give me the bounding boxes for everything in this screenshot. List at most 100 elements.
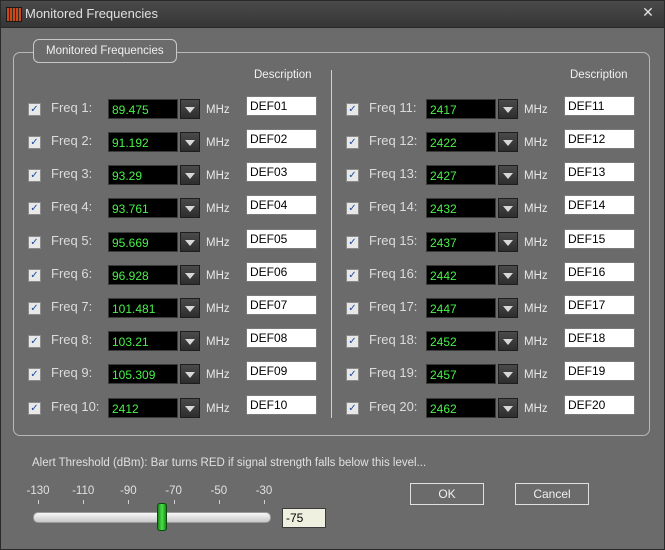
freq-description-field[interactable]: DEF05 <box>246 229 317 249</box>
freq-value-field[interactable]: 2442 <box>426 265 496 285</box>
freq-value-field[interactable]: 93.29 <box>108 165 178 185</box>
freq-row: ✓ Freq 3: 93.29 MHz DEF03 <box>28 162 328 187</box>
freq-dropdown-button[interactable] <box>498 99 518 119</box>
freq-dropdown-button[interactable] <box>180 364 200 384</box>
freq-enabled-checkbox[interactable]: ✓ <box>346 136 359 149</box>
freq-dropdown-button[interactable] <box>498 298 518 318</box>
ok-button[interactable]: OK <box>410 483 484 505</box>
freq-enabled-checkbox[interactable]: ✓ <box>28 169 41 182</box>
freq-dropdown-button[interactable] <box>180 298 200 318</box>
freq-row: ✓ Freq 20: 2462 MHz DEF20 <box>346 395 646 420</box>
freq-description-field[interactable]: DEF01 <box>246 96 317 116</box>
freq-dropdown-button[interactable] <box>498 265 518 285</box>
freq-value-field[interactable]: 2447 <box>426 298 496 318</box>
freq-value-field[interactable]: 2462 <box>426 398 496 418</box>
freq-enabled-checkbox[interactable]: ✓ <box>28 402 41 415</box>
freq-value-field[interactable]: 103.21 <box>108 331 178 351</box>
freq-description-field[interactable]: DEF16 <box>564 262 635 282</box>
freq-dropdown-button[interactable] <box>498 198 518 218</box>
close-button[interactable]: ✕ <box>640 5 656 21</box>
freq-enabled-checkbox[interactable]: ✓ <box>346 269 359 282</box>
freq-enabled-checkbox[interactable]: ✓ <box>346 236 359 249</box>
freq-description-field[interactable]: DEF14 <box>564 195 635 215</box>
freq-value-field[interactable]: 105.309 <box>108 364 178 384</box>
freq-description-field[interactable]: DEF07 <box>246 295 317 315</box>
freq-row: ✓ Freq 13: 2427 MHz DEF13 <box>346 162 646 187</box>
threshold-slider-track[interactable] <box>33 512 271 523</box>
freq-enabled-checkbox[interactable]: ✓ <box>28 335 41 348</box>
freq-enabled-checkbox[interactable]: ✓ <box>346 103 359 116</box>
freq-dropdown-button[interactable] <box>498 232 518 252</box>
freq-dropdown-button[interactable] <box>180 265 200 285</box>
freq-enabled-checkbox[interactable]: ✓ <box>28 236 41 249</box>
freq-value-field[interactable]: 2457 <box>426 364 496 384</box>
freq-enabled-checkbox[interactable]: ✓ <box>346 302 359 315</box>
freq-enabled-checkbox[interactable]: ✓ <box>346 169 359 182</box>
freq-description-field[interactable]: DEF02 <box>246 129 317 149</box>
freq-enabled-checkbox[interactable]: ✓ <box>346 202 359 215</box>
freq-description-field[interactable]: DEF04 <box>246 195 317 215</box>
freq-value-field[interactable]: 101.481 <box>108 298 178 318</box>
freq-value-field[interactable]: 91.192 <box>108 132 178 152</box>
freq-value-field[interactable]: 2417 <box>426 99 496 119</box>
freq-description-field[interactable]: DEF11 <box>564 96 635 116</box>
freq-dropdown-button[interactable] <box>180 232 200 252</box>
freq-value-field[interactable]: 2412 <box>108 398 178 418</box>
threshold-value-field[interactable]: -75 <box>282 508 326 528</box>
threshold-slider-thumb[interactable] <box>157 503 168 531</box>
freq-dropdown-button[interactable] <box>180 99 200 119</box>
freq-description-field[interactable]: DEF20 <box>564 395 635 415</box>
freq-enabled-checkbox[interactable]: ✓ <box>28 202 41 215</box>
freq-unit-label: MHz <box>206 104 230 116</box>
freq-value-field[interactable]: 2432 <box>426 198 496 218</box>
freq-dropdown-button[interactable] <box>180 198 200 218</box>
cancel-button[interactable]: Cancel <box>515 483 589 505</box>
freq-description-field[interactable]: DEF19 <box>564 361 635 381</box>
freq-enabled-checkbox[interactable]: ✓ <box>346 402 359 415</box>
freq-description-field[interactable]: DEF06 <box>246 262 317 282</box>
freq-description-field[interactable]: DEF12 <box>564 129 635 149</box>
freq-value-field[interactable]: 2427 <box>426 165 496 185</box>
freq-value-field[interactable]: 95.669 <box>108 232 178 252</box>
freq-dropdown-button[interactable] <box>498 331 518 351</box>
freq-dropdown-button[interactable] <box>498 364 518 384</box>
freq-row: ✓ Freq 6: 96.928 MHz DEF06 <box>28 262 328 287</box>
freq-enabled-checkbox[interactable]: ✓ <box>346 335 359 348</box>
freq-dropdown-button[interactable] <box>180 398 200 418</box>
freq-row: ✓ Freq 7: 101.481 MHz DEF07 <box>28 295 328 320</box>
freq-dropdown-button[interactable] <box>498 132 518 152</box>
freq-description-field[interactable]: DEF17 <box>564 295 635 315</box>
freq-label: Freq 16: <box>369 266 418 281</box>
freq-row: ✓ Freq 15: 2437 MHz DEF15 <box>346 229 646 254</box>
freq-value-field[interactable]: 93.761 <box>108 198 178 218</box>
freq-dropdown-button[interactable] <box>180 165 200 185</box>
freq-value-field[interactable]: 2452 <box>426 331 496 351</box>
freq-value-field[interactable]: 89.475 <box>108 99 178 119</box>
freq-enabled-checkbox[interactable]: ✓ <box>28 136 41 149</box>
freq-dropdown-button[interactable] <box>498 398 518 418</box>
freq-description-field[interactable]: DEF08 <box>246 328 317 348</box>
threshold-tick-mark <box>128 500 130 504</box>
freq-value-field[interactable]: 2422 <box>426 132 496 152</box>
column-divider <box>331 70 332 418</box>
freq-value-field[interactable]: 96.928 <box>108 265 178 285</box>
freq-dropdown-button[interactable] <box>180 331 200 351</box>
freq-label: Freq 19: <box>369 365 418 380</box>
freq-enabled-checkbox[interactable]: ✓ <box>28 368 41 381</box>
freq-description-field[interactable]: DEF09 <box>246 361 317 381</box>
freq-description-field[interactable]: DEF18 <box>564 328 635 348</box>
freq-description-field[interactable]: DEF03 <box>246 162 317 182</box>
freq-row: ✓ Freq 10: 2412 MHz DEF10 <box>28 395 328 420</box>
freq-description-field[interactable]: DEF13 <box>564 162 635 182</box>
freq-description-field[interactable]: DEF15 <box>564 229 635 249</box>
freq-enabled-checkbox[interactable]: ✓ <box>28 302 41 315</box>
freq-enabled-checkbox[interactable]: ✓ <box>28 103 41 116</box>
freq-enabled-checkbox[interactable]: ✓ <box>28 269 41 282</box>
freq-description-field[interactable]: DEF10 <box>246 395 317 415</box>
freq-label: Freq 18: <box>369 332 418 347</box>
freq-dropdown-button[interactable] <box>498 165 518 185</box>
freq-unit-label: MHz <box>524 170 548 182</box>
freq-dropdown-button[interactable] <box>180 132 200 152</box>
freq-value-field[interactable]: 2437 <box>426 232 496 252</box>
freq-enabled-checkbox[interactable]: ✓ <box>346 368 359 381</box>
